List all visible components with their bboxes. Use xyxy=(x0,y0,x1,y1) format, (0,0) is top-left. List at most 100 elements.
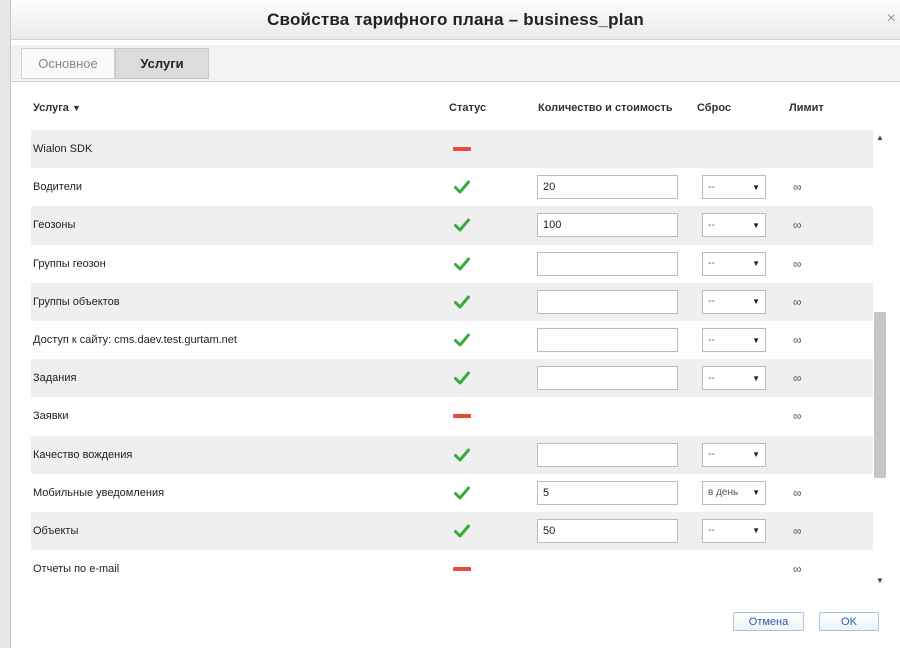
limit-value: ∞ xyxy=(793,256,802,271)
service-name: Мобильные уведомления xyxy=(33,486,165,499)
scroll-down-arrow-icon[interactable]: ▼ xyxy=(876,576,884,585)
reset-period-value: -- xyxy=(708,525,715,537)
service-name: Заявки xyxy=(33,410,69,423)
table-row[interactable]: Водители -- ▼ ∞ xyxy=(31,168,874,207)
ok-button[interactable]: OK xyxy=(819,612,879,631)
check-icon xyxy=(452,485,472,501)
column-header-status: Статус xyxy=(449,102,487,114)
reset-period-select[interactable]: -- ▼ xyxy=(702,328,766,353)
limit-value: ∞ xyxy=(793,218,802,233)
column-header-reset: Сброс xyxy=(697,102,732,114)
service-name: Отчеты по e-mail xyxy=(33,563,120,576)
quantity-input[interactable] xyxy=(537,480,678,505)
scroll-up-arrow-icon[interactable]: ▲ xyxy=(876,133,884,142)
table-row[interactable]: Отчеты по e-mail ∞ xyxy=(31,550,874,588)
service-name: Группы геозон xyxy=(33,257,106,270)
scrollbar-thumb[interactable] xyxy=(874,312,886,478)
dash-icon-bar xyxy=(453,414,471,419)
reset-period-value: в день xyxy=(708,487,739,499)
limit-value: ∞ xyxy=(793,371,802,386)
check-icon xyxy=(452,256,472,272)
reset-period-value: -- xyxy=(708,449,715,461)
dash-icon xyxy=(452,141,472,157)
chevron-down-icon: ▼ xyxy=(752,488,760,498)
close-icon[interactable]: × xyxy=(887,11,896,27)
service-name: Объекты xyxy=(33,524,79,537)
sort-caret-icon: ▼ xyxy=(71,103,81,113)
service-name: Wialon SDK xyxy=(33,143,93,156)
table-row[interactable]: Геозоны -- ▼ ∞ xyxy=(31,206,874,245)
tab-basic[interactable]: Основное xyxy=(21,48,115,79)
reset-period-select[interactable]: -- ▼ xyxy=(702,442,766,467)
check-icon xyxy=(452,294,472,310)
quantity-input[interactable] xyxy=(537,518,678,543)
reset-period-select[interactable]: -- ▼ xyxy=(702,175,766,200)
reset-period-select[interactable]: в день ▼ xyxy=(702,480,766,505)
dialog-titlebar[interactable]: Свойства тарифного плана – business_plan… xyxy=(11,0,900,40)
quantity-input[interactable] xyxy=(537,328,678,353)
chevron-down-icon: ▼ xyxy=(752,259,760,269)
table-row[interactable]: Заявки ∞ xyxy=(31,397,874,436)
reset-period-value: -- xyxy=(708,181,715,193)
service-name: Водители xyxy=(33,181,83,194)
reset-period-value: -- xyxy=(708,258,715,270)
check-icon xyxy=(452,332,472,348)
reset-period-value: -- xyxy=(708,219,715,231)
services-table-body: Wialon SDKВодители--▼∞Геозоны--▼∞Группы … xyxy=(31,130,874,588)
dash-icon-bar xyxy=(453,147,471,152)
table-row[interactable]: Задания -- ▼ ∞ xyxy=(31,359,874,398)
limit-value: ∞ xyxy=(793,485,802,500)
check-icon xyxy=(452,447,472,463)
table-row[interactable]: Качество вождения -- ▼ xyxy=(31,435,874,474)
chevron-down-icon: ▼ xyxy=(752,450,760,460)
limit-value: ∞ xyxy=(793,409,802,424)
reset-period-select[interactable]: -- ▼ xyxy=(702,289,766,314)
reset-period-select[interactable]: -- ▼ xyxy=(702,518,766,543)
chevron-down-icon: ▼ xyxy=(752,220,760,230)
reset-period-value: -- xyxy=(708,334,715,346)
chevron-down-icon: ▼ xyxy=(752,335,760,345)
table-row[interactable]: Объекты -- ▼ ∞ xyxy=(31,511,874,551)
vertical-scrollbar[interactable]: ▲ ▼ xyxy=(873,130,887,588)
reset-period-value: -- xyxy=(708,296,715,308)
quantity-input[interactable] xyxy=(537,442,678,467)
quantity-input[interactable] xyxy=(537,366,678,391)
quantity-input[interactable] xyxy=(537,251,678,276)
table-row[interactable]: Группы объектов -- ▼ ∞ xyxy=(31,282,874,321)
chevron-down-icon: ▼ xyxy=(752,373,760,383)
quantity-input[interactable] xyxy=(537,289,678,314)
column-header-service[interactable]: Услуга ▼ xyxy=(33,96,81,120)
table-row[interactable]: Доступ к сайту: cms.daev.test.gurtam.net… xyxy=(31,320,874,360)
tariff-properties-dialog: Свойства тарифного плана – business_plan… xyxy=(11,0,900,648)
limit-value: ∞ xyxy=(793,180,802,195)
reset-period-select[interactable]: -- ▼ xyxy=(702,366,766,391)
limit-value: ∞ xyxy=(793,294,802,309)
dash-icon xyxy=(452,408,472,424)
service-name: Группы объектов xyxy=(33,295,120,308)
dialog-title: Свойства тарифного плана – business_plan xyxy=(267,9,644,29)
limit-value: ∞ xyxy=(793,523,802,538)
column-header-quantity-cost: Количество и стоимость xyxy=(538,102,673,114)
table-row[interactable]: Группы геозон -- ▼ ∞ xyxy=(31,244,874,283)
quantity-input[interactable] xyxy=(537,213,678,238)
service-name: Задания xyxy=(33,372,77,385)
background-window-edge xyxy=(0,0,11,648)
cancel-button[interactable]: Отмена xyxy=(733,612,804,631)
reset-period-select[interactable]: -- ▼ xyxy=(702,213,766,238)
reset-period-select[interactable]: -- ▼ xyxy=(702,251,766,276)
limit-value: ∞ xyxy=(793,333,802,348)
table-row[interactable]: Мобильные уведомления в день ▼ ∞ xyxy=(31,473,874,512)
tab-bar: Основное Услуги xyxy=(11,45,900,82)
chevron-down-icon: ▼ xyxy=(752,526,760,536)
check-icon xyxy=(452,217,472,233)
check-icon xyxy=(452,523,472,539)
tab-services[interactable]: Услуги xyxy=(115,48,209,79)
service-name: Геозоны xyxy=(33,219,76,232)
table-row[interactable]: Wialon SDK xyxy=(31,130,874,169)
chevron-down-icon: ▼ xyxy=(752,182,760,192)
dash-icon xyxy=(452,561,472,577)
check-icon xyxy=(452,179,472,195)
column-header-limit: Лимит xyxy=(789,102,824,114)
dash-icon-bar xyxy=(453,567,471,572)
quantity-input[interactable] xyxy=(537,175,678,200)
